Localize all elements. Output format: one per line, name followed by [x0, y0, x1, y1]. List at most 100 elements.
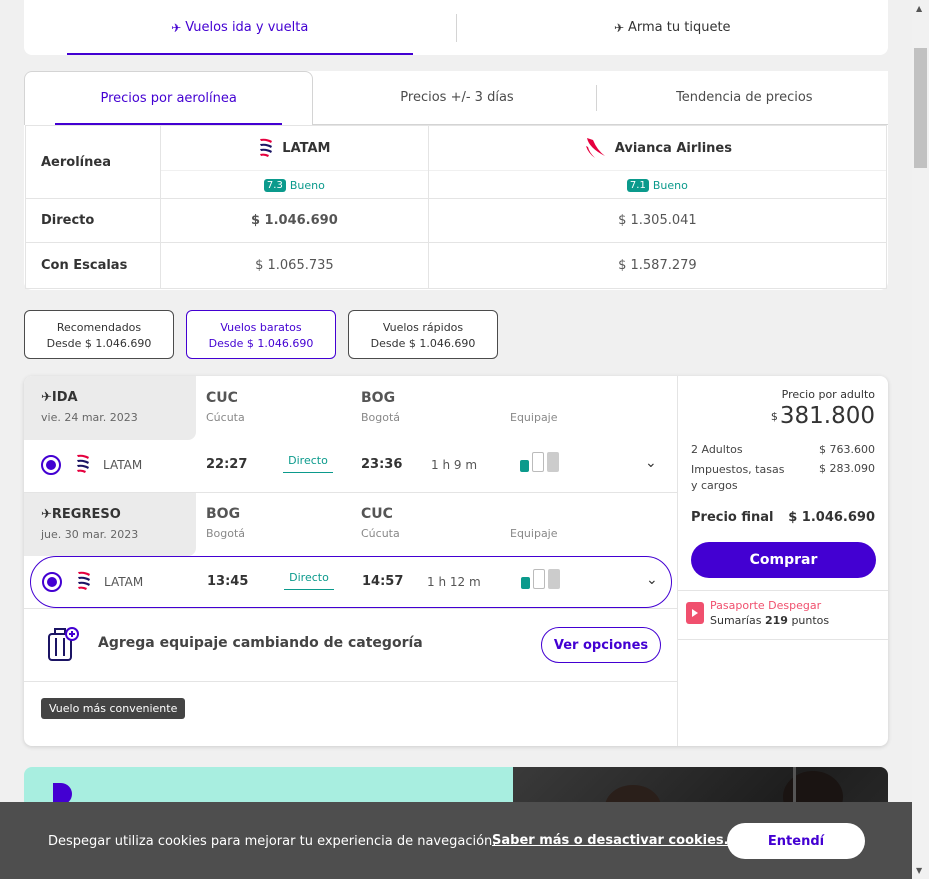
baggage-icons — [520, 452, 559, 472]
baggage-icons — [521, 569, 560, 589]
tab-build-ticket[interactable]: ✈ Arma tu tiquete — [457, 0, 889, 55]
filter-price: Desde $ 1.046.690 — [208, 337, 314, 350]
price-matrix: Precios por aerolínea Precios +/- 3 días… — [24, 71, 888, 290]
filter-price: Desde $ 1.046.690 — [370, 337, 476, 350]
tab-build-ticket-label: Arma tu tiquete — [628, 20, 731, 35]
price-per-adult-value: 381.800 — [779, 403, 875, 429]
airline-name-avianca: Avianca Airlines — [614, 140, 732, 156]
tab-prices-3-days[interactable]: Precios +/- 3 días — [313, 71, 601, 125]
plane-icon: ✈ — [613, 20, 624, 35]
tab-round-trip[interactable]: ✈ Vuelos ida y vuelta — [24, 0, 456, 55]
return-date: jue. 30 mar. 2023 — [41, 528, 139, 541]
return-header: ✈REGRESO jue. 30 mar. 2023 — [24, 493, 196, 556]
best-flight-badge: Vuelo más conveniente — [41, 698, 186, 719]
scroll-up-icon[interactable]: ▲ — [916, 4, 922, 13]
chevron-down-icon[interactable]: ⌄ — [645, 455, 657, 471]
scrollbar-thumb[interactable] — [914, 48, 927, 168]
rating-score: 7.3 — [263, 179, 286, 192]
accept-cookies-button[interactable]: Entendí — [727, 823, 865, 859]
price-per-adult: $381.800 — [771, 403, 875, 429]
filter-title: Recomendados — [56, 321, 142, 334]
price-avianca-direct[interactable]: $ 1.305.041 — [427, 198, 888, 243]
return-destination-city: Cúcuta — [361, 527, 400, 540]
passport-icon — [686, 602, 704, 624]
passport-points: 219 — [764, 614, 788, 627]
latam-logo-icon — [77, 454, 89, 473]
return-title: REGRESO — [51, 507, 121, 522]
scrollbar[interactable]: ▲ ▼ — [912, 0, 929, 879]
radio-selected[interactable] — [42, 572, 62, 592]
departure-time: 13:45 — [207, 574, 249, 589]
plane-depart-icon: ✈ — [41, 390, 52, 405]
final-price-value: $ 1.046.690 — [788, 510, 875, 525]
divider — [678, 590, 888, 591]
luggage-plus-icon — [48, 627, 79, 661]
cookie-banner: Despegar utiliza cookies para mejorar tu… — [0, 802, 912, 879]
airline-header-latam[interactable]: LATAM — [160, 125, 429, 171]
divider — [24, 608, 677, 609]
avianca-score-cell: 7.1 Bueno — [427, 170, 888, 199]
personal-item-icon — [521, 577, 530, 589]
taxes-label-line-2: y cargos — [691, 479, 738, 492]
adults-value: $ 763.600 — [819, 443, 875, 456]
flight-duration: 1 h 12 m — [427, 575, 481, 589]
price-summary: Precio por adulto $381.800 2 Adultos $ 7… — [677, 376, 888, 746]
arrival-time: 14:57 — [362, 574, 404, 589]
rating-score: 7.1 — [626, 179, 649, 192]
tab-price-trend[interactable]: Tendencia de precios — [600, 71, 888, 125]
passport-prefix: Sumarías — [710, 614, 762, 627]
baggage-label: Equipaje — [510, 411, 558, 424]
carry-on-icon — [533, 569, 545, 589]
filter-fast[interactable]: Vuelos rápidos Desde $ 1.046.690 — [348, 310, 498, 359]
tab-prices-by-airline[interactable]: Precios por aerolínea — [24, 71, 314, 125]
passport-points-text: Sumarías 219 puntos — [710, 614, 829, 627]
filter-price: Desde $ 1.046.690 — [46, 337, 152, 350]
flight-airline: LATAM — [103, 458, 143, 472]
latam-logo-icon — [78, 571, 90, 590]
cookie-settings-link[interactable]: Saber más o desactivar cookies. — [492, 833, 729, 848]
rating-badge: 7.3 Bueno — [263, 179, 325, 192]
latam-score-cell: 7.3 Bueno — [160, 170, 429, 199]
passport-title: Pasaporte Despegar — [710, 599, 822, 612]
outbound-flight-option[interactable]: LATAM 22:27 Directo 23:36 1 h 9 m ⌄ — [30, 440, 672, 492]
divider — [24, 681, 677, 682]
stops-label[interactable]: Directo — [283, 454, 333, 473]
price-latam-stops[interactable]: $ 1.065.735 — [160, 242, 429, 289]
radio-selected[interactable] — [41, 455, 61, 475]
airline-header-avianca[interactable]: Avianca Airlines — [427, 125, 888, 171]
adults-row: 2 Adultos $ 763.600 — [691, 443, 875, 456]
outbound-destination-city: Bogotá — [361, 411, 401, 424]
carry-on-icon — [532, 452, 544, 472]
latam-logo-icon — [260, 138, 273, 157]
flight-duration: 1 h 9 m — [431, 458, 478, 472]
rating-label: Bueno — [652, 179, 688, 192]
outbound-origin-code: CUC — [206, 390, 238, 406]
flight-result-card: ✈IDA vie. 24 mar. 2023 CUC Cúcuta BOG Bo… — [24, 376, 888, 746]
scroll-down-icon[interactable]: ▼ — [916, 866, 922, 875]
passport-rewards: Pasaporte Despegar Sumarías 219 puntos — [686, 599, 829, 627]
taxes-row: Impuestos, tasas y cargos $ 283.090 — [691, 462, 875, 494]
buy-button[interactable]: Comprar — [691, 542, 876, 578]
outbound-header: ✈IDA vie. 24 mar. 2023 — [24, 376, 196, 440]
see-options-button[interactable]: Ver opciones — [541, 627, 661, 663]
departure-time: 22:27 — [206, 457, 248, 472]
filter-recommended[interactable]: Recomendados Desde $ 1.046.690 — [24, 310, 174, 359]
personal-item-icon — [520, 460, 529, 472]
price-latam-direct[interactable]: $ 1.046.690 — [160, 198, 429, 243]
checked-bag-icon — [547, 452, 559, 472]
row-header-airline: Aerolínea — [25, 125, 161, 199]
passport-suffix: puntos — [791, 614, 830, 627]
taxes-label-line-1: Impuestos, tasas — [691, 463, 785, 476]
return-flight-option[interactable]: LATAM 13:45 Directo 14:57 1 h 12 m ⌄ — [30, 556, 672, 608]
upsell-text: Agrega equipaje cambiando de categoría — [98, 635, 423, 651]
filter-cheap[interactable]: Vuelos baratos Desde $ 1.046.690 — [186, 310, 336, 359]
divider — [596, 85, 597, 111]
airline-name-latam: LATAM — [282, 140, 331, 156]
stops-label[interactable]: Directo — [284, 571, 334, 590]
chevron-down-icon[interactable]: ⌄ — [646, 572, 658, 588]
price-avianca-stops[interactable]: $ 1.587.279 — [427, 242, 888, 289]
search-mode-tabs: ✈ Vuelos ida y vuelta ✈ Arma tu tiquete — [24, 0, 888, 55]
outbound-origin-city: Cúcuta — [206, 411, 245, 424]
row-header-direct: Directo — [25, 198, 161, 243]
return-origin-code: BOG — [206, 506, 241, 522]
